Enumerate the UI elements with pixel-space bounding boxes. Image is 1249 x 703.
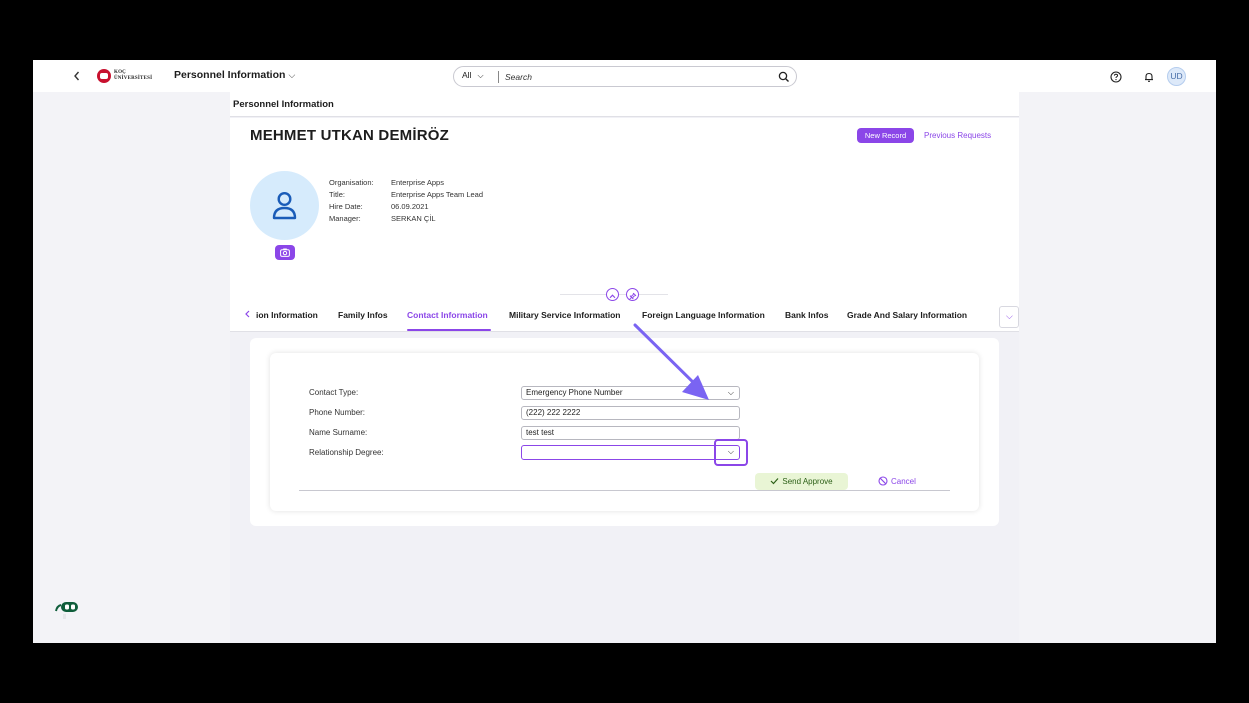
assistant-launcher[interactable]	[54, 596, 80, 626]
app-screen: KOÇ ÜNİVERSİTESİ Personnel Information ⌵ …	[33, 60, 1216, 643]
robot-icon	[55, 602, 78, 619]
annotation-arrow-icon	[633, 323, 709, 400]
